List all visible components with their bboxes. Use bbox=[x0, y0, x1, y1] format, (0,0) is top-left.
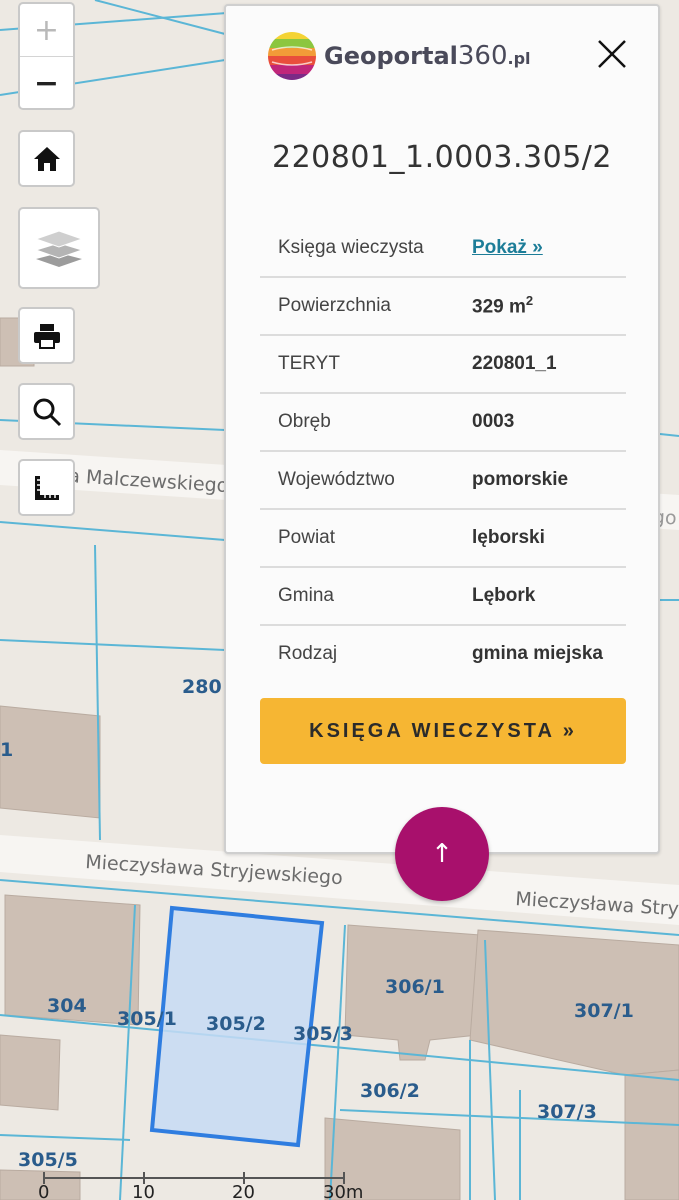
home-button[interactable] bbox=[18, 130, 75, 187]
scale-label-30m: 30m bbox=[323, 1182, 363, 1200]
attribute-key: Powiat bbox=[278, 527, 336, 548]
attribute-value: 329 m2 bbox=[472, 293, 533, 318]
building bbox=[0, 1034, 61, 1111]
parcel-label-307-1: 307/1 bbox=[574, 1000, 634, 1022]
attribute-key: Województwo bbox=[278, 469, 395, 490]
measure-icon bbox=[34, 475, 59, 500]
building bbox=[624, 1069, 679, 1200]
parcel-label-280: 280 bbox=[182, 676, 222, 698]
parcel-label-305-1: 305/1 bbox=[117, 1008, 177, 1030]
home-icon bbox=[33, 146, 60, 171]
parcel-label-305-5: 305/5 bbox=[18, 1149, 78, 1171]
attribute-value-text: pomorskie bbox=[472, 469, 569, 490]
parcel-label-306-1: 306/1 bbox=[385, 976, 445, 998]
search-button[interactable] bbox=[18, 383, 75, 440]
attribute-row: Powierzchnia 329 m2 bbox=[260, 278, 626, 336]
scroll-up-button[interactable]: ↑ bbox=[395, 807, 489, 901]
attribute-value: pomorskie bbox=[472, 469, 568, 491]
attribute-value-text: 220801_1 bbox=[472, 353, 557, 374]
arrow-up-icon: ↑ bbox=[431, 839, 453, 869]
attribute-key: Księga wieczysta bbox=[278, 237, 424, 258]
attribute-row: TERYT 220801_1 bbox=[260, 336, 626, 394]
unit-superscript: 2 bbox=[525, 293, 534, 309]
layers-button[interactable] bbox=[18, 207, 100, 289]
print-button[interactable] bbox=[18, 307, 75, 364]
scale-label-10: 10 bbox=[132, 1182, 155, 1200]
measure-button[interactable] bbox=[18, 459, 75, 516]
attribute-row: Województwo pomorskie bbox=[260, 452, 626, 510]
land-register-button[interactable]: KSIĘGA WIECZYSTA » bbox=[260, 698, 626, 764]
zoom-out-button[interactable]: − bbox=[20, 57, 73, 109]
attribute-value: Lębork bbox=[472, 585, 535, 607]
zoom-control: + − bbox=[18, 2, 75, 110]
attribute-key: Obręb bbox=[278, 411, 331, 432]
building bbox=[0, 705, 101, 819]
parcel-label-305-3: 305/3 bbox=[293, 1023, 353, 1045]
parcel-id-title: 220801_1.0003.305/2 bbox=[272, 140, 612, 175]
attribute-value-text: Lębork bbox=[472, 585, 536, 606]
parcel-info-panel: Geoportal360.pl 220801_1.0003.305/2 Księ… bbox=[224, 4, 660, 854]
attribute-value: lęborski bbox=[472, 527, 545, 549]
attribute-value-text: 0003 bbox=[472, 411, 515, 432]
geoportal-globe-icon bbox=[268, 32, 316, 80]
attribute-row: Rodzaj gmina miejska bbox=[260, 626, 626, 682]
print-icon bbox=[33, 323, 60, 349]
attribute-key: Gmina bbox=[278, 585, 334, 606]
attribute-value: gmina miejska bbox=[472, 643, 603, 665]
attribute-row: Księga wieczysta Pokaż » bbox=[260, 220, 626, 278]
layers-icon bbox=[34, 230, 84, 267]
scale-label-0: 0 bbox=[38, 1182, 49, 1200]
attribute-value: 0003 bbox=[472, 411, 514, 433]
parcel-label-307-3: 307/3 bbox=[537, 1101, 597, 1123]
scale-label-20: 20 bbox=[232, 1182, 255, 1200]
parcel-label-305-2: 305/2 bbox=[206, 1013, 266, 1035]
attribute-row: Gmina Lębork bbox=[260, 568, 626, 626]
attribute-row: Obręb 0003 bbox=[260, 394, 626, 452]
logo-tld: .pl bbox=[507, 49, 531, 68]
attribute-value-text: gmina miejska bbox=[472, 643, 603, 664]
attribute-key: Rodzaj bbox=[278, 643, 338, 664]
parcel-label-304: 304 bbox=[47, 995, 87, 1017]
attribute-value-text: lęborski bbox=[472, 527, 545, 548]
parcel-label-1: 1 bbox=[0, 739, 13, 761]
parcel-attributes-table: Księga wieczysta Pokaż » Powierzchnia 329 m… bbox=[260, 220, 626, 682]
zoom-in-button[interactable]: + bbox=[20, 4, 73, 57]
attribute-value: 220801_1 bbox=[472, 353, 557, 375]
search-icon bbox=[33, 398, 61, 426]
attribute-key: TERYT bbox=[278, 353, 340, 374]
attribute-key: Powierzchnia bbox=[278, 295, 391, 316]
logo-brand: Geoportal bbox=[324, 42, 458, 70]
logo-wordmark: Geoportal360.pl bbox=[324, 41, 531, 71]
logo-number: 360 bbox=[457, 41, 508, 71]
geoportal-logo[interactable]: Geoportal360.pl bbox=[266, 30, 531, 82]
close-icon[interactable] bbox=[594, 36, 630, 72]
parcel-label-306-2: 306/2 bbox=[360, 1080, 420, 1102]
land-register-link[interactable]: Pokaż » bbox=[472, 237, 543, 259]
attribute-value-text: 329 m bbox=[472, 296, 526, 318]
attribute-row: Powiat lęborski bbox=[260, 510, 626, 568]
attribute-value-text: Pokaż » bbox=[472, 237, 543, 258]
